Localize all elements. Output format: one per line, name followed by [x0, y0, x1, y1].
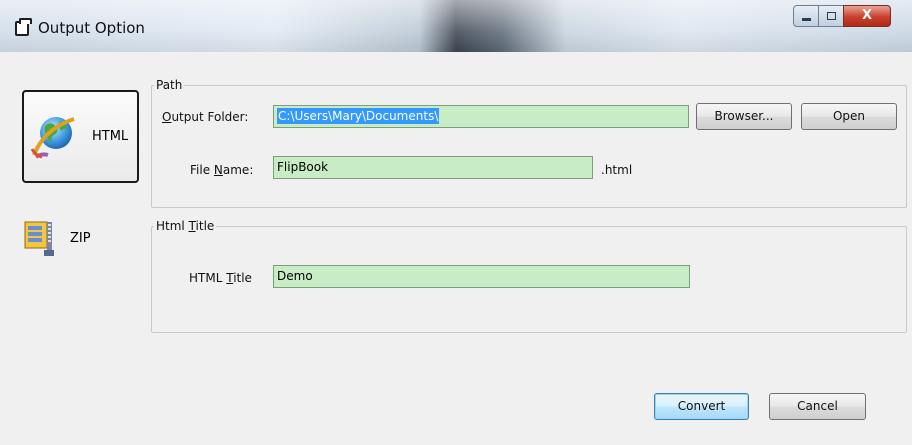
globe-icon: [28, 111, 80, 163]
output-folder-input[interactable]: C:\Users\Mary\Documents\: [273, 105, 689, 128]
html-title-label: HTML Title: [189, 271, 252, 285]
close-icon: X: [861, 8, 873, 23]
html-title-group-legend: Html Title: [156, 219, 215, 233]
minimize-icon: [802, 18, 811, 21]
output-option-window: Output Option X HTML ZIP Path Output Fol…: [0, 0, 912, 445]
output-folder-value: C:\Users\Mary\Documents\: [277, 108, 440, 124]
path-group-legend: Path: [156, 78, 183, 92]
zip-archive-icon: [24, 218, 58, 258]
open-button[interactable]: Open: [801, 103, 897, 130]
file-name-input[interactable]: FlipBook: [273, 156, 593, 179]
close-button[interactable]: X: [843, 5, 891, 27]
cancel-button[interactable]: Cancel: [769, 393, 866, 420]
file-extension-label: .html: [601, 163, 633, 177]
title-bar[interactable]: Output Option X: [0, 0, 912, 52]
output-folder-label: Output Folder:: [162, 110, 249, 124]
browser-button[interactable]: Browser...: [696, 103, 792, 130]
sidebar-item-label: HTML: [92, 129, 129, 144]
sidebar-item-zip[interactable]: ZIP: [22, 215, 139, 261]
path-group: Path: [151, 78, 907, 208]
window-title: Output Option: [38, 19, 145, 37]
maximize-button[interactable]: [818, 5, 844, 27]
file-name-label: File Name:: [190, 163, 254, 177]
sidebar-item-label: ZIP: [70, 230, 91, 246]
maximize-icon: [827, 12, 836, 20]
app-icon: [15, 18, 32, 36]
sidebar-item-html[interactable]: HTML: [22, 90, 139, 183]
convert-button[interactable]: Convert: [654, 393, 749, 420]
html-title-input[interactable]: Demo: [273, 265, 690, 288]
minimize-button[interactable]: [793, 5, 819, 27]
